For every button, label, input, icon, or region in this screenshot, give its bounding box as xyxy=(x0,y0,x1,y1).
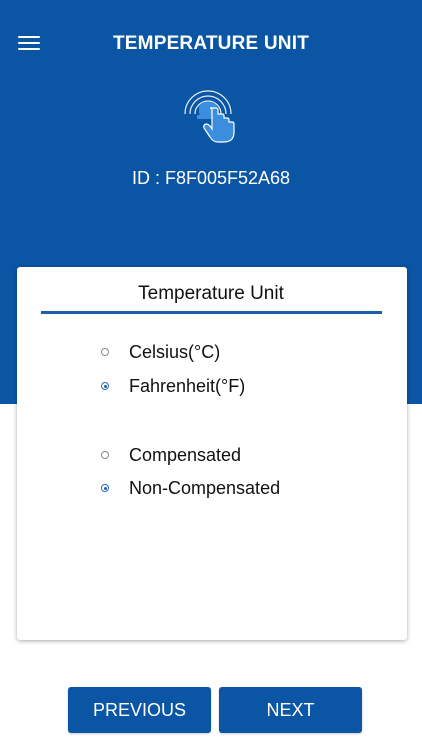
card-title-underline xyxy=(41,311,382,314)
option-label: Celsius(°C) xyxy=(129,341,221,362)
option-fahrenheit[interactable]: Fahrenheit(°F) xyxy=(101,373,245,399)
option-compensated[interactable]: Compensated xyxy=(101,442,241,468)
option-non-compensated[interactable]: Non-Compensated xyxy=(101,475,280,501)
radio-non-compensated[interactable] xyxy=(101,484,109,492)
temperature-unit-card: Temperature Unit Celsius(°C) Fahrenheit(… xyxy=(17,267,407,640)
page-title: TEMPERATURE UNIT xyxy=(112,33,309,54)
card-title: Temperature Unit xyxy=(138,283,284,304)
next-button[interactable]: NEXT xyxy=(219,687,362,733)
option-celsius[interactable]: Celsius(°C) xyxy=(101,339,220,365)
touch-signal-icon xyxy=(184,90,235,143)
option-label: Fahrenheit(°F) xyxy=(129,375,246,396)
device-id: ID : F8F005F52A68 xyxy=(131,168,291,188)
option-label: Compensated xyxy=(129,444,242,465)
radio-compensated[interactable] xyxy=(101,451,109,459)
previous-button[interactable]: PREVIOUS xyxy=(68,687,211,733)
radio-fahrenheit[interactable] xyxy=(101,382,109,390)
option-label: Non-Compensated xyxy=(129,477,281,498)
radio-celsius[interactable] xyxy=(101,348,109,356)
